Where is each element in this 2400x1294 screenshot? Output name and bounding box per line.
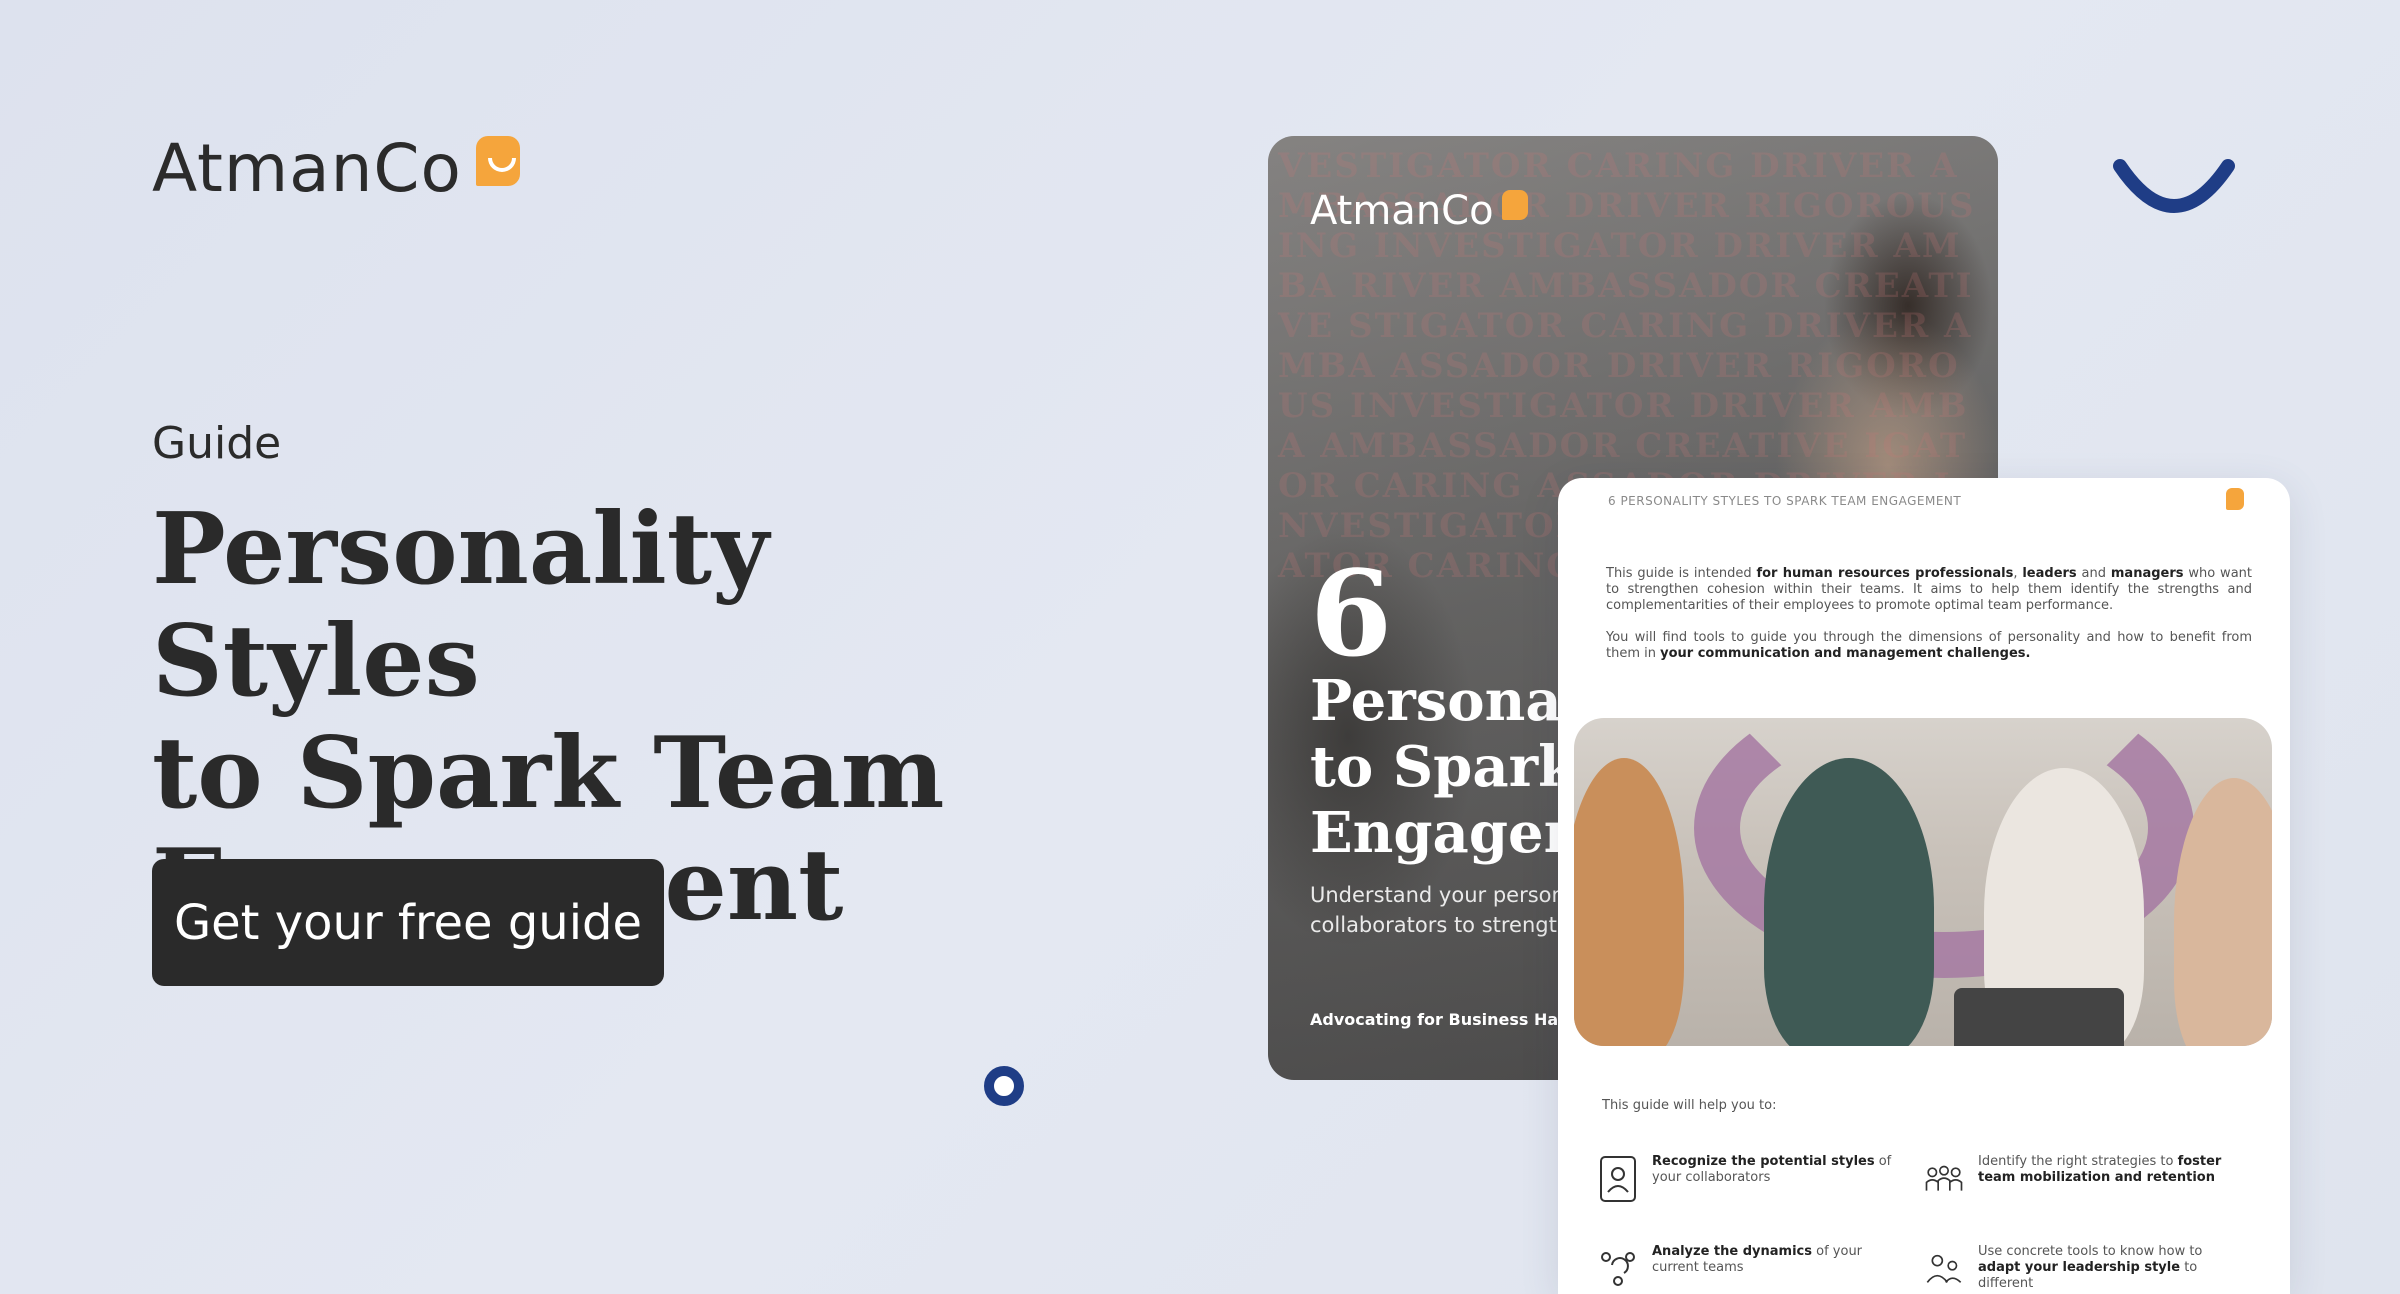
intro-bold: for human resources professionals [1756,566,2014,581]
benefit-item: Identify the right strategies to foster … [1924,1154,2224,1204]
cover-logo: AtmanCo [1310,188,1528,234]
benefit-text: Identify the right strategies to foster … [1978,1154,2224,1186]
ring-decoration-icon [984,1066,1024,1106]
person-silhouette [1574,758,1684,1046]
cover-logo-text: AtmanCo [1310,188,1494,234]
smile-decoration-icon [2113,159,2235,213]
laptop-silhouette [1954,988,2124,1046]
intro-bold: leaders [2022,566,2077,581]
benefit-pre: Use concrete tools to know how to [1978,1244,2203,1259]
intro-paragraph-1: This guide is intended for human resourc… [1606,566,2252,614]
eyebrow-label: Guide [152,418,282,469]
brand-logo-text: AtmanCo [152,130,462,207]
cover-number: 6 [1310,544,1393,683]
smile-badge-icon [475,136,520,186]
intro-text: , [2013,566,2023,581]
benefit-text: Recognize the potential styles of your c… [1652,1154,1898,1186]
guide-inner-page: 6 PERSONALITY STYLES TO SPARK TEAM ENGAG… [1558,478,2290,1294]
benefit-item: Use concrete tools to know how to adapt … [1924,1244,2224,1294]
page-header: 6 PERSONALITY STYLES TO SPARK TEAM ENGAG… [1608,494,1962,508]
team-icon [1924,1154,1964,1204]
benefit-bold: adapt your leadership style [1978,1260,2181,1275]
leader-icon [1924,1244,1964,1294]
intro-bold: managers [2110,566,2184,581]
page-intro: This guide is intended for human resourc… [1606,566,2252,678]
intro-text: This guide is intended [1606,566,1757,581]
smile-badge-icon [1501,190,1528,220]
cycle-people-icon [1598,1244,1638,1294]
intro-paragraph-2: You will find tools to guide you through… [1606,630,2252,662]
team-photo [1574,718,2272,1046]
smile-badge-icon [2226,488,2244,510]
person-card-icon [1598,1154,1638,1204]
help-title: This guide will help you to: [1602,1098,1777,1113]
benefit-text: Analyze the dynamics of your current tea… [1652,1244,1898,1276]
get-free-guide-button[interactable]: Get your free guide [152,859,664,986]
benefit-bold: Analyze the dynamics [1652,1244,1812,1259]
benefit-pre: Identify the right strategies to [1978,1154,2178,1169]
benefit-item: Analyze the dynamics of your current tea… [1598,1244,1898,1294]
intro-bold: your communication and management challe… [1660,646,2031,661]
person-silhouette [1764,758,1934,1046]
benefit-text: Use concrete tools to know how to adapt … [1978,1244,2224,1292]
benefit-bold: Recognize the potential styles [1652,1154,1875,1169]
intro-text: and [2076,566,2111,581]
benefit-item: Recognize the potential styles of your c… [1598,1154,1898,1204]
brand-logo[interactable]: AtmanCo [152,130,520,207]
